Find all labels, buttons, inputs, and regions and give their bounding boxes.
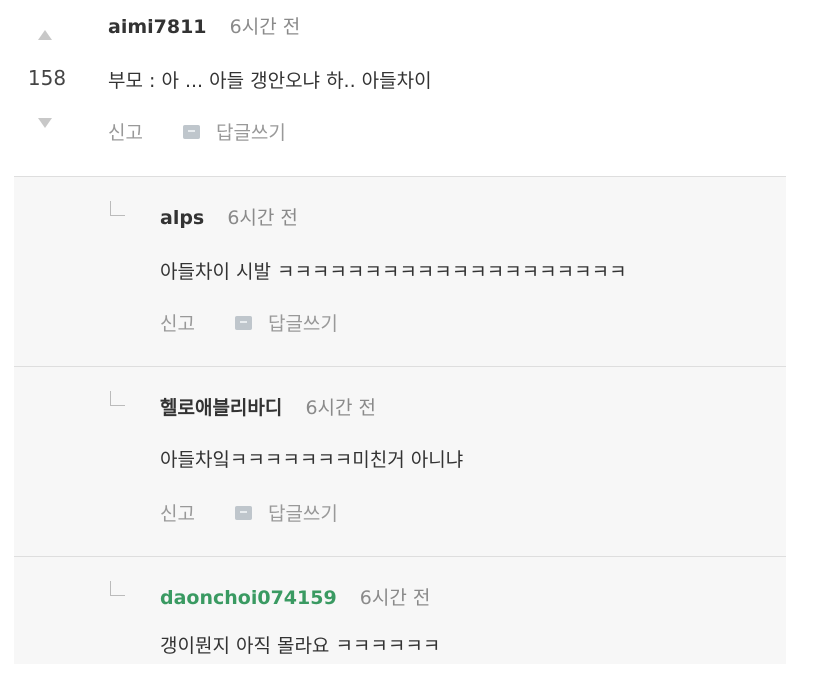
reply-author[interactable]: daonchoi074159 <box>160 587 337 609</box>
reply-button[interactable]: 답글쓰기 <box>268 309 338 336</box>
reply-header: 헬로애블리바디 6시간 전 <box>160 393 376 420</box>
vote-count: 158 <box>27 66 67 90</box>
report-button[interactable]: 신고 <box>108 118 143 145</box>
reply-actions: 신고 답글쓰기 <box>160 309 338 336</box>
reply-item: alps 6시간 전 아들차이 시발 ㅋㅋㅋㅋㅋㅋㅋㅋㅋㅋㅋㅋㅋㅋㅋㅋㅋㅋㅋㅋ … <box>14 176 786 367</box>
reply-item: 헬로애블리바디 6시간 전 아들차잌ㅋㅋㅋㅋㅋㅋㅋ미친거 아니냐 신고 답글쓰기 <box>14 366 786 557</box>
downvote-arrow-icon[interactable] <box>38 118 52 128</box>
comment-thread: 158 aimi7811 6시간 전 부모 : 아 ... 아들 갱안오냐 하.… <box>0 0 786 664</box>
comment-header: aimi7811 6시간 전 <box>108 12 300 39</box>
reply-header: daonchoi074159 6시간 전 <box>160 583 430 610</box>
main-comment: 158 aimi7811 6시간 전 부모 : 아 ... 아들 갱안오냐 하.… <box>0 0 786 176</box>
reply-text: 갱이뭔지 아직 몰라요 ㅋㅋㅋㅋㅋㅋ <box>160 635 441 657</box>
comment-author[interactable]: aimi7811 <box>108 16 207 38</box>
upvote-arrow-icon[interactable] <box>38 30 52 40</box>
reply-time: 6시간 전 <box>359 587 431 609</box>
reply-author[interactable]: 헬로애블리바디 <box>160 397 282 419</box>
comment-time: 6시간 전 <box>229 16 301 38</box>
reply-icon <box>234 315 252 330</box>
reply-time: 6시간 전 <box>227 207 298 229</box>
comment-text: 부모 : 아 ... 아들 갱안오냐 하.. 아들차이 <box>108 70 432 92</box>
reply-text: 아들차이 시발 ㅋㅋㅋㅋㅋㅋㅋㅋㅋㅋㅋㅋㅋㅋㅋㅋㅋㅋㅋㅋ <box>160 261 627 283</box>
report-button[interactable]: 신고 <box>160 499 195 526</box>
report-button[interactable]: 신고 <box>160 309 195 336</box>
reply-indent-icon <box>110 581 125 596</box>
reply-icon <box>234 505 252 520</box>
reply-item: daonchoi074159 6시간 전 갱이뭔지 아직 몰라요 ㅋㅋㅋㅋㅋㅋ <box>14 556 786 664</box>
reply-text: 아들차잌ㅋㅋㅋㅋㅋㅋㅋ미친거 아니냐 <box>160 449 464 471</box>
reply-header: alps 6시간 전 <box>160 203 298 230</box>
reply-button[interactable]: 답글쓰기 <box>268 499 338 526</box>
reply-author[interactable]: alps <box>160 207 204 229</box>
reply-indent-icon <box>110 201 125 216</box>
reply-icon <box>182 124 200 139</box>
comment-actions: 신고 답글쓰기 <box>108 118 286 145</box>
reply-button[interactable]: 답글쓰기 <box>216 118 286 145</box>
reply-time: 6시간 전 <box>305 397 377 419</box>
vote-widget: 158 <box>14 20 78 140</box>
reply-actions: 신고 답글쓰기 <box>160 499 338 526</box>
reply-indent-icon <box>110 391 125 406</box>
